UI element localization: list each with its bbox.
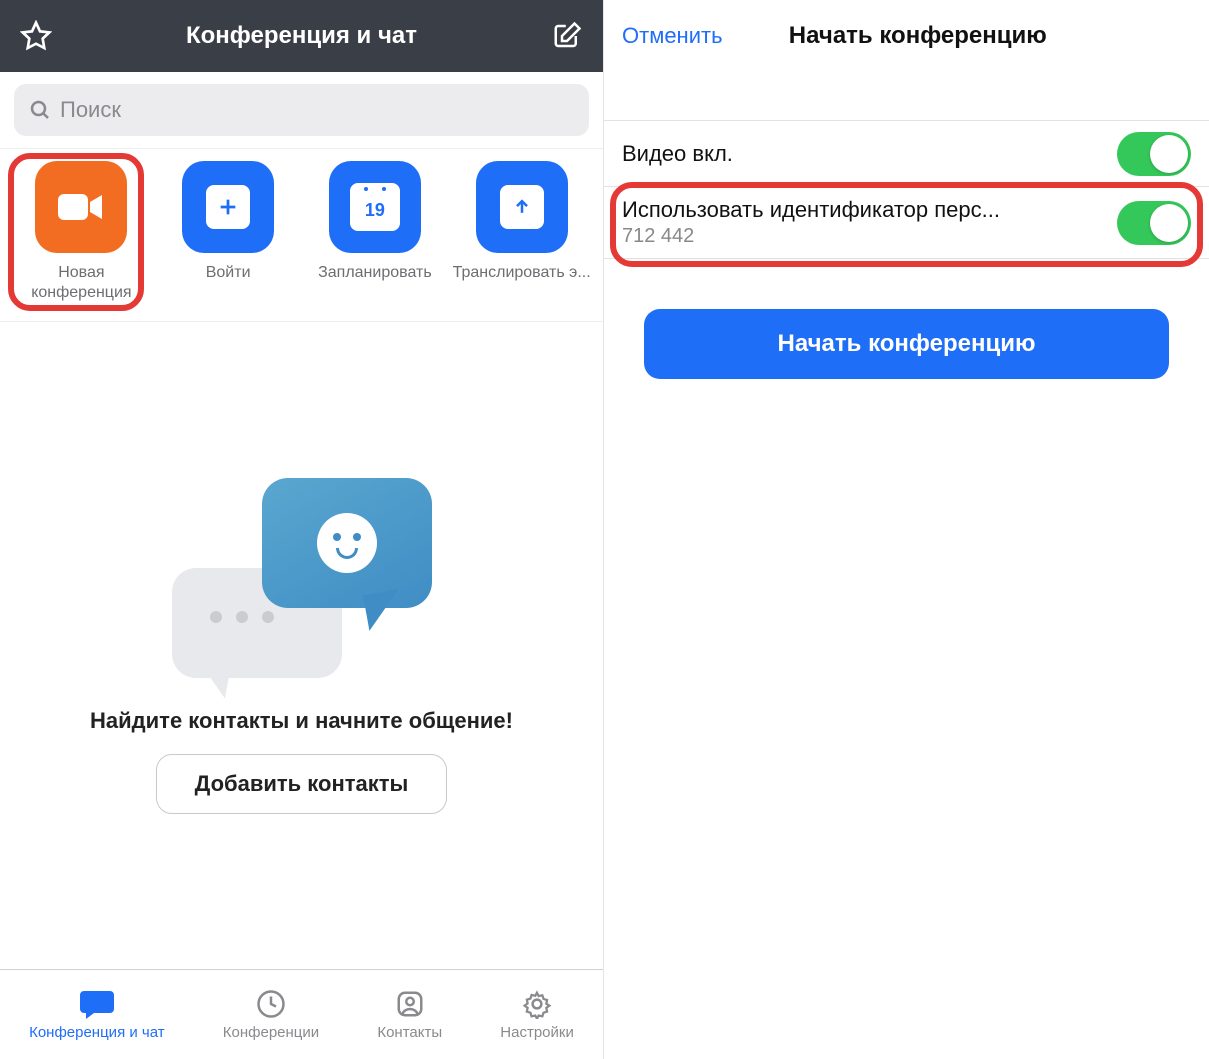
tile-label: Транслировать э... [453, 263, 591, 283]
row-label: Видео вкл. [622, 141, 733, 167]
join-button[interactable] [182, 161, 274, 253]
new-meeting-button[interactable] [35, 161, 127, 253]
search-field[interactable] [14, 84, 589, 136]
chat-bubble-icon [80, 989, 114, 1019]
search-icon [28, 98, 52, 122]
gear-icon [522, 989, 552, 1019]
tab-bar: Конференция и чат Конференции Контакты Н… [0, 969, 603, 1059]
pmi-value: 712 442 [622, 225, 1000, 248]
modal-header: Отменить Начать конференцию [604, 0, 1209, 72]
share-button[interactable] [476, 161, 568, 253]
schedule-button[interactable]: 19 [329, 161, 421, 253]
add-contacts-button[interactable]: Добавить контакты [156, 754, 448, 814]
tile-share-screen[interactable]: Транслировать э... [451, 161, 593, 283]
modal-title: Начать конференцию [735, 22, 1191, 50]
header-title: Конференция и чат [54, 22, 549, 50]
tab-label: Конференция и чат [29, 1024, 165, 1041]
tab-settings[interactable]: Настройки [500, 988, 574, 1041]
compose-button[interactable] [549, 18, 585, 54]
main-screen: Конференция и чат Новая конференция [0, 0, 604, 1059]
tab-label: Контакты [377, 1024, 442, 1041]
calendar-icon: 19 [350, 183, 400, 231]
contact-icon [395, 989, 425, 1019]
search-input[interactable] [60, 97, 575, 123]
start-meeting-button[interactable]: Начать конференцию [644, 309, 1169, 379]
tab-meetings[interactable]: Конференции [223, 988, 319, 1041]
row-video-on: Видео вкл. [604, 121, 1209, 187]
calendar-day: 19 [365, 200, 385, 221]
tile-label: Войти [206, 263, 251, 283]
cancel-button[interactable]: Отменить [622, 23, 723, 49]
plus-icon [217, 196, 239, 218]
spacer [604, 72, 1209, 120]
tile-schedule[interactable]: 19 Запланировать [304, 161, 446, 283]
empty-illustration [172, 478, 432, 688]
video-camera-icon [56, 190, 106, 224]
empty-title: Найдите контакты и начните общение! [90, 708, 513, 734]
row-label: Использовать идентификатор перс... [622, 197, 1000, 223]
empty-state: Найдите контакты и начните общение! Доба… [0, 322, 603, 969]
start-button-wrap: Начать конференцию [604, 259, 1209, 429]
start-meeting-screen: Отменить Начать конференцию Видео вкл. И… [604, 0, 1209, 1059]
tab-meetings-chat[interactable]: Конференция и чат [29, 988, 165, 1041]
tab-contacts[interactable]: Контакты [377, 988, 442, 1041]
row-use-pmi: Использовать идентификатор перс... 712 4… [604, 187, 1209, 258]
tile-new-meeting[interactable]: Новая конференция [10, 161, 152, 303]
upload-arrow-icon [512, 197, 532, 217]
tile-label: Запланировать [318, 263, 432, 283]
star-icon [20, 20, 52, 52]
action-tiles: Новая конференция Войти 19 Запланиро [0, 148, 603, 322]
pmi-toggle[interactable] [1117, 201, 1191, 245]
header: Конференция и чат [0, 0, 603, 72]
search-wrap [0, 72, 603, 148]
tab-label: Настройки [500, 1024, 574, 1041]
video-toggle[interactable] [1117, 132, 1191, 176]
clock-icon [256, 989, 286, 1019]
settings-rows: Видео вкл. Использовать идентификатор пе… [604, 120, 1209, 259]
favorites-button[interactable] [18, 18, 54, 54]
tile-join[interactable]: Войти [157, 161, 299, 283]
tab-label: Конференции [223, 1024, 319, 1041]
tile-label: Новая конференция [10, 263, 152, 303]
compose-icon [552, 21, 582, 51]
